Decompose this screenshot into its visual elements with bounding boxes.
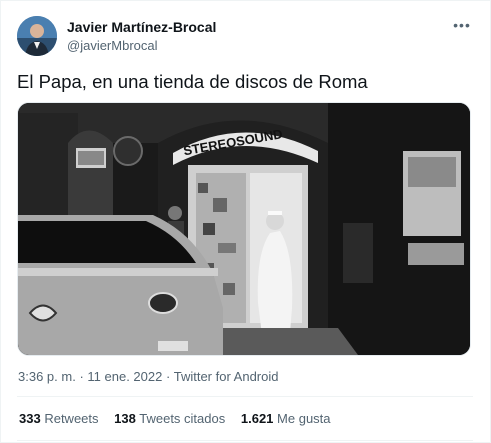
divider bbox=[17, 440, 473, 441]
avatar[interactable] bbox=[17, 16, 57, 56]
likes-count: 1.621 bbox=[240, 411, 274, 426]
more-options-icon[interactable]: ••• bbox=[451, 17, 473, 35]
quotes-count: 138 bbox=[114, 411, 136, 426]
quotes-label: Tweets citados bbox=[139, 411, 226, 426]
retweets-label: Retweets bbox=[44, 411, 99, 426]
author-handle[interactable]: @javierMbrocal bbox=[67, 38, 158, 53]
quotes-stat[interactable]: 138 Tweets citados bbox=[114, 411, 225, 426]
tweet-text: El Papa, en una tienda de discos de Roma bbox=[17, 71, 368, 92]
tweet-source[interactable]: Twitter for Android bbox=[174, 369, 279, 384]
tweet-time[interactable]: 3:36 p. m. bbox=[18, 369, 76, 384]
tweet-photo[interactable]: STEREOSOUND bbox=[17, 102, 471, 356]
retweets-count: 333 bbox=[19, 411, 41, 426]
retweets-stat[interactable]: 333 Retweets bbox=[19, 411, 99, 426]
divider bbox=[17, 396, 473, 397]
author-name[interactable]: Javier Martínez-Brocal bbox=[67, 19, 216, 35]
likes-label: Me gusta bbox=[277, 411, 331, 426]
meta-separator: · bbox=[79, 369, 84, 384]
tweet-date[interactable]: 11 ene. 2022 bbox=[87, 369, 162, 384]
tweet-meta: 3:36 p. m. · 11 ene. 2022 · Twitter for … bbox=[18, 369, 279, 384]
likes-stat[interactable]: 1.621 Me gusta bbox=[241, 411, 331, 426]
meta-separator: · bbox=[165, 369, 171, 384]
tweet-stats: 333 Retweets 138 Tweets citados 1.621 Me… bbox=[19, 411, 343, 426]
